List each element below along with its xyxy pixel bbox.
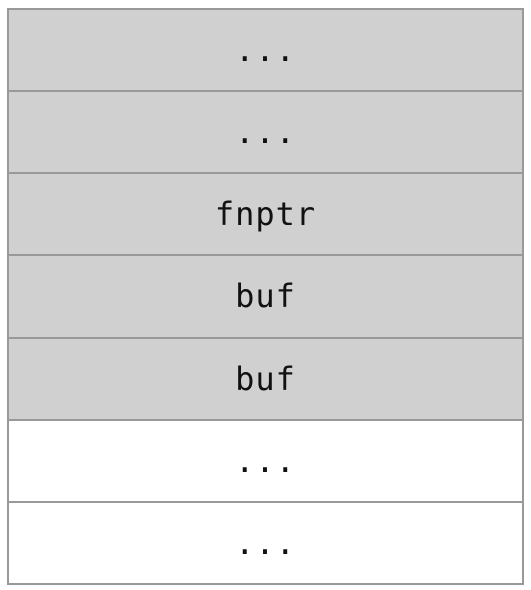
stack-cell-ellipsis-bottom-2: ... (9, 500, 522, 583)
stack-cell-buf-2: buf (9, 336, 522, 419)
stack-cell-ellipsis-bottom-1: ... (9, 418, 522, 501)
memory-stack-diagram: ... ... fnptr buf buf ... ... (7, 8, 524, 585)
stack-cell-ellipsis-top-2: ... (9, 90, 522, 173)
stack-cell-fnptr: fnptr (9, 172, 522, 255)
stack-cell-buf-1: buf (9, 254, 522, 337)
stack-cell-ellipsis-top-1: ... (9, 10, 522, 91)
